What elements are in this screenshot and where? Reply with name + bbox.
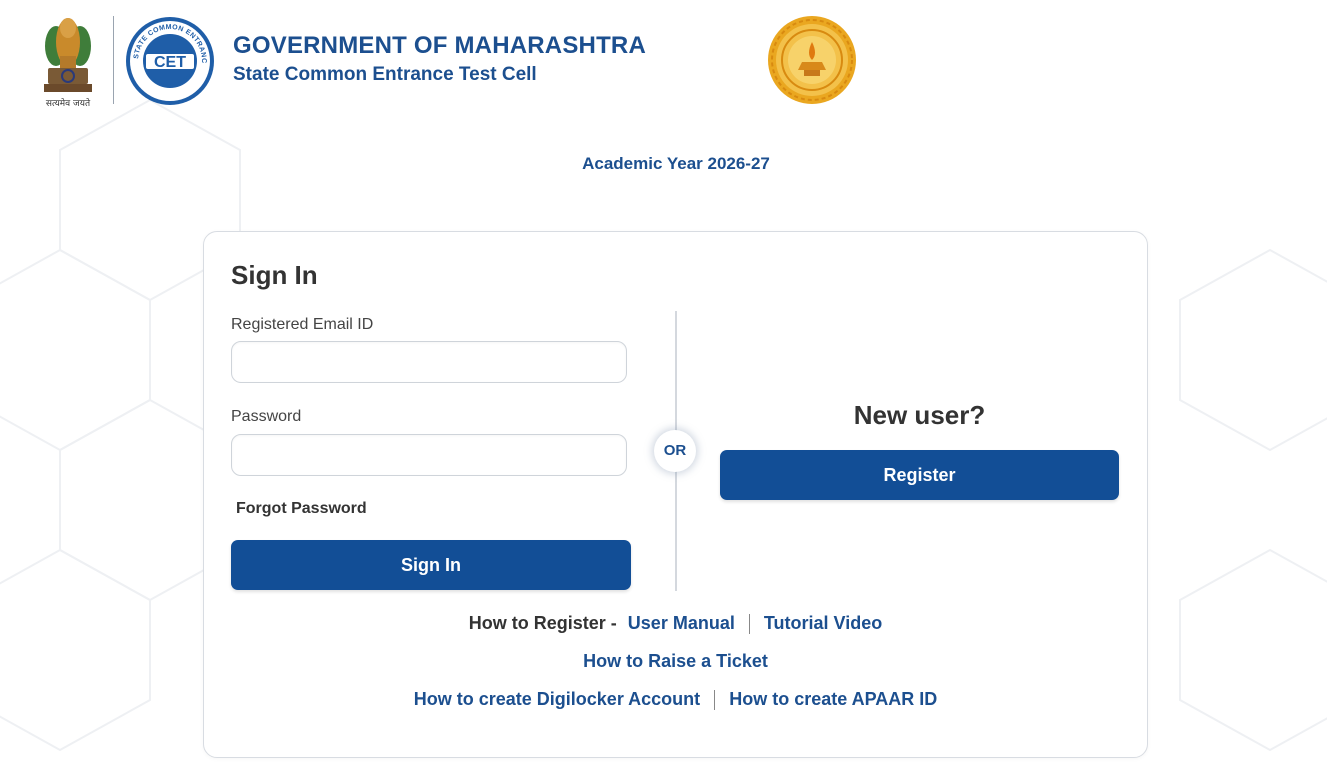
academic-year: Academic Year 2026-27: [582, 154, 770, 173]
tutorial-video-link[interactable]: Tutorial Video: [764, 613, 882, 633]
or-separator: OR: [654, 430, 696, 472]
emblem-motto: सत्यमेव जयते: [45, 99, 91, 109]
signin-title: Sign In: [231, 260, 318, 290]
signin-button[interactable]: Sign In: [231, 540, 631, 590]
new-user-heading: New user?: [853, 400, 986, 430]
signin-card: Sign In Registered Email ID Password For…: [203, 231, 1148, 758]
password-label: Password: [231, 408, 302, 425]
header: सत्यमेव जयते STATE COMMON ENTRANCE TEST …: [0, 0, 1327, 115]
national-emblem-icon: सत्यमेव जयते: [36, 12, 100, 109]
account-help-row: How to create Digilocker Account How to …: [204, 689, 1147, 711]
header-divider: [113, 16, 114, 104]
link-separator: [714, 690, 716, 711]
cell-subtitle: State Common Entrance Test Cell: [233, 64, 537, 85]
how-to-register-label: How to Register -: [468, 613, 617, 633]
ticket-help-row: How to Raise a Ticket: [204, 651, 1147, 672]
register-help-row: How to Register - User Manual Tutorial V…: [204, 613, 1147, 635]
link-separator: [748, 614, 750, 635]
government-title: GOVERNMENT OF MAHARASHTRA: [233, 32, 646, 59]
email-input[interactable]: [231, 341, 627, 383]
cet-logo-icon: STATE COMMON ENTRANCE TEST CELL MAHARASH…: [121, 10, 216, 107]
forgot-password-link[interactable]: Forgot Password: [236, 500, 367, 518]
raise-ticket-link[interactable]: How to Raise a Ticket: [583, 651, 768, 671]
password-input[interactable]: [231, 434, 627, 476]
user-manual-link[interactable]: User Manual: [628, 613, 735, 633]
digilocker-link[interactable]: How to create Digilocker Account: [414, 689, 700, 709]
maharashtra-seal-icon: [766, 14, 858, 106]
apaar-link[interactable]: How to create APAAR ID: [729, 689, 937, 709]
svg-text:CET: CET: [154, 54, 186, 71]
email-label: Registered Email ID: [231, 316, 374, 333]
register-button[interactable]: Register: [720, 450, 1119, 500]
